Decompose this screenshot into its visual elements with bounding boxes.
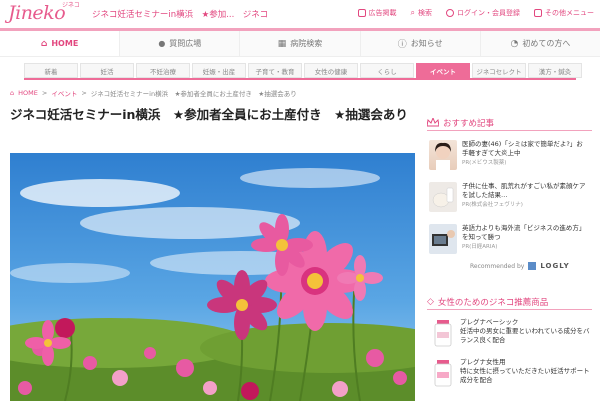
nav-question[interactable]: ● 質問広場 bbox=[120, 31, 241, 56]
recommended-text: 英語力よりも海外流「ビジネスの進め方」を知って勝つ bbox=[462, 224, 586, 241]
product-image bbox=[432, 358, 454, 388]
category-nav: 新着 妊活 不妊治療 妊娠・出産 子育て・教育 女性の健康 くらし イベント ジ… bbox=[24, 63, 582, 78]
recommended-item[interactable]: 英語力よりも海外流「ビジネスの進め方」を知って勝つ PR(日経ARIA) bbox=[429, 224, 589, 258]
product-desc: 妊活中の男女に重要といわれている成分をバランス良く配合 bbox=[460, 327, 590, 344]
breadcrumb: ⌂ HOME > イベント > ジネコ妊活セミナーin横浜 ★参加者全員にお土産… bbox=[10, 88, 297, 98]
breadcrumb-separator: > bbox=[41, 89, 48, 97]
login-label: ログイン・会員登録 bbox=[457, 9, 520, 17]
recommend-heading-label: おすすめ記事 bbox=[443, 118, 495, 129]
nav-news-label: お知らせ bbox=[410, 39, 443, 48]
nav-beginner[interactable]: ◔ 初めての方へ bbox=[481, 31, 600, 56]
products-heading: ◇ 女性のためのジネコ推薦商品 bbox=[427, 294, 592, 310]
recommended-pr: PR(株式会社フェヴリナ) bbox=[462, 202, 523, 208]
login-link[interactable]: ログイン・会員登録 bbox=[446, 8, 520, 18]
site-logo[interactable]: Jineko bbox=[8, 2, 66, 24]
products-heading-label: 女性のためのジネコ推薦商品 bbox=[437, 297, 549, 308]
nav-home[interactable]: ⌂ HOME bbox=[0, 31, 121, 56]
nav-hospital-label: 病院検索 bbox=[290, 39, 323, 48]
recommended-by-label: Recommended by bbox=[470, 262, 525, 270]
page-heading: ジネコ妊活セミナーin横浜 ★参加... ジネコ bbox=[92, 10, 269, 20]
nav-news[interactable]: ⓘ お知らせ bbox=[361, 31, 481, 56]
category-tab[interactable]: 女性の健康 bbox=[304, 63, 358, 78]
advertise-label: 広告掲載 bbox=[368, 9, 397, 17]
breadcrumb-home[interactable]: HOME bbox=[18, 89, 38, 97]
site-logo-sub: ジネコ bbox=[62, 2, 80, 9]
recommended-pr: PR(日経ARIA) bbox=[462, 244, 498, 250]
advertise-icon bbox=[357, 9, 366, 17]
recommended-text: 子供に仕事、肌荒れがすごい私が素顔ケアを試した結果… bbox=[462, 182, 586, 199]
home-icon: ⌂ bbox=[40, 38, 48, 49]
nav-hospital[interactable]: ▦ 病院検索 bbox=[240, 31, 361, 56]
category-tab[interactable]: 不妊治療 bbox=[136, 63, 190, 78]
recommended-thumbnail bbox=[429, 224, 457, 254]
product-item[interactable]: プレグナベーシック 妊活中の男女に重要といわれている成分をバランス良く配合 bbox=[432, 318, 592, 352]
diamond-icon: ◇ bbox=[427, 296, 434, 307]
recommended-pr: PR(メビウス製薬) bbox=[462, 160, 507, 166]
article-title: ジネコ妊活セミナーin横浜 ★参加者全員にお土産付き ★抽選会あり bbox=[10, 107, 408, 122]
recommended-thumbnail bbox=[429, 182, 457, 212]
recommended-by[interactable]: Recommended by LOGLY bbox=[470, 262, 570, 270]
category-tab[interactable]: 妊娠・出産 bbox=[192, 63, 246, 78]
beginner-icon: ◔ bbox=[510, 38, 519, 49]
category-tab[interactable]: 子育て・教育 bbox=[248, 63, 302, 78]
login-icon bbox=[446, 9, 454, 17]
recommended-item[interactable]: 子供に仕事、肌荒れがすごい私が素顔ケアを試した結果… PR(株式会社フェヴリナ) bbox=[429, 182, 589, 216]
hospital-icon: ▦ bbox=[277, 38, 287, 49]
nav-beginner-label: 初めての方へ bbox=[522, 39, 571, 48]
hero-image bbox=[10, 153, 415, 401]
category-tab[interactable]: ジネコセレクト bbox=[472, 63, 526, 78]
other-menu-link[interactable]: その他メニュー bbox=[534, 8, 594, 18]
product-item[interactable]: プレグナ女性用 特に女性に摂っていただきたい妊活サポート成分を配合 bbox=[432, 358, 592, 392]
recommend-heading: おすすめ記事 bbox=[427, 115, 592, 131]
category-tab[interactable]: 漢方・鍼灸 bbox=[528, 63, 582, 78]
category-tab[interactable]: 新着 bbox=[24, 63, 78, 78]
product-desc: 特に女性に摂っていただきたい妊活サポート成分を配合 bbox=[460, 367, 590, 384]
product-name: プレグナベーシック bbox=[460, 318, 519, 326]
category-underline bbox=[24, 78, 576, 80]
logly-label: LOGLY bbox=[540, 262, 570, 270]
recommended-thumbnail bbox=[429, 140, 457, 170]
breadcrumb-current: ジネコ妊活セミナーin横浜 ★参加者全員にお土産付き ★抽選会あり bbox=[90, 90, 297, 98]
search-icon: ⌕ bbox=[410, 8, 415, 17]
logly-logo-icon bbox=[528, 262, 537, 270]
breadcrumb-separator: > bbox=[81, 89, 87, 97]
crown-icon bbox=[427, 118, 439, 127]
main-nav: ⌂ HOME ● 質問広場 ▦ 病院検索 ⓘ お知らせ ◔ 初めての方へ bbox=[0, 28, 600, 57]
top-links: 広告掲載 ⌕ 検索 ログイン・会員登録 その他メニュー bbox=[357, 8, 594, 18]
category-tab-active[interactable]: イベント bbox=[416, 63, 470, 78]
top-bar: Jineko ジネコ ジネコ妊活セミナーin横浜 ★参加... ジネコ 広告掲載… bbox=[0, 0, 600, 28]
other-menu-label: その他メニュー bbox=[545, 9, 594, 17]
breadcrumb-event[interactable]: イベント bbox=[51, 88, 77, 98]
category-tab[interactable]: くらし bbox=[360, 63, 414, 78]
product-image bbox=[432, 318, 454, 348]
menu-icon bbox=[534, 9, 542, 17]
recommended-item[interactable]: 医師の妻(46)「シミは家で簡単だよ?」お手軽すぎて大炎上中 PR(メビウス製薬… bbox=[429, 140, 589, 174]
search-label: 検索 bbox=[418, 9, 432, 17]
nav-question-label: 質問広場 bbox=[169, 39, 202, 48]
nav-home-label: HOME bbox=[51, 39, 79, 48]
recommended-text: 医師の妻(46)「シミは家で簡単だよ?」お手軽すぎて大炎上中 bbox=[462, 140, 583, 157]
chat-icon: ● bbox=[158, 39, 166, 48]
advertise-link[interactable]: 広告掲載 bbox=[357, 8, 397, 18]
info-icon: ⓘ bbox=[397, 40, 407, 50]
product-name: プレグナ女性用 bbox=[460, 358, 506, 366]
category-tab[interactable]: 妊活 bbox=[80, 63, 134, 78]
search-link[interactable]: ⌕ 検索 bbox=[411, 8, 432, 18]
home-icon: ⌂ bbox=[10, 89, 15, 97]
